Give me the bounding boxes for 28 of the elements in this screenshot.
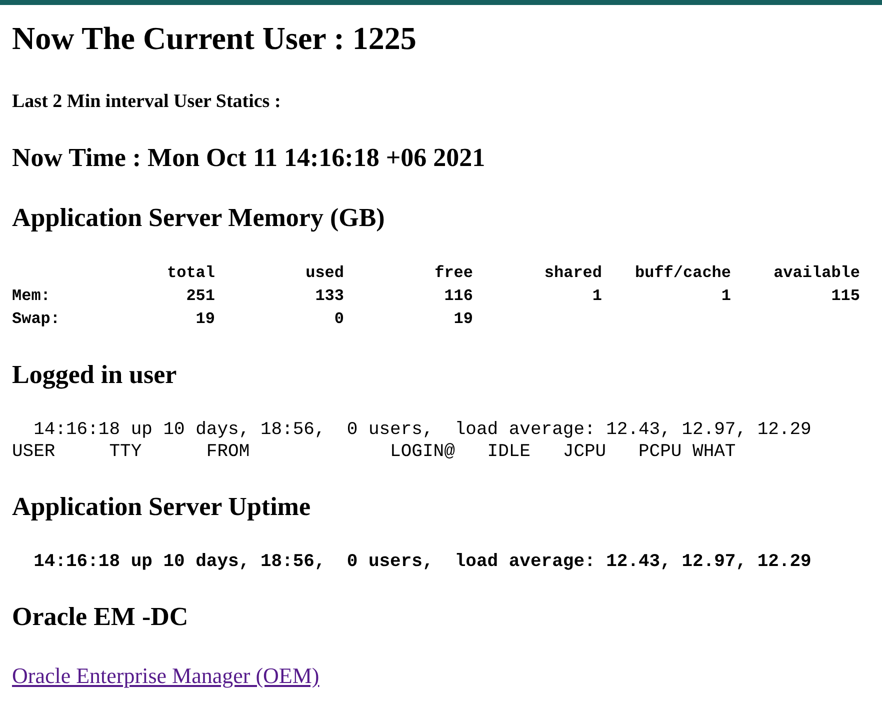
column-header: free	[434, 263, 473, 284]
column-header: used	[306, 263, 344, 284]
table-cell-text: 133	[315, 286, 344, 307]
terminal-line: 14:16:18 up 10 days, 18:56, 0 users, load average: 12.43, 12.97, 12.29	[32, 419, 812, 441]
section-heading: Logged in user	[12, 359, 177, 391]
table-cell-text: 116	[444, 286, 473, 307]
table-cell-text: 0	[334, 309, 344, 330]
oem-link[interactable]: Oracle Enterprise Manager (OEM)	[12, 662, 320, 690]
table-cell-text: 251	[186, 286, 215, 307]
subtitle: Last 2 Min interval User Statics :	[12, 90, 281, 114]
column-header: buff/cache	[634, 263, 731, 284]
table-cell-text: 115	[831, 286, 860, 307]
section-heading: Application Server Memory (GB)	[12, 202, 385, 234]
time-heading: Now Time : Mon Oct 11 14:16:18 +06 2021	[12, 142, 486, 174]
page-title: Now The Current User : 1225	[12, 19, 416, 57]
table-cell-text: 1	[592, 286, 602, 307]
table-cell-text: 19	[196, 309, 215, 330]
column-header: total	[166, 263, 215, 284]
column-header: shared	[544, 263, 602, 284]
section-heading: Application Server Uptime	[12, 491, 310, 523]
row-label: Swap:	[12, 309, 60, 330]
section-heading: Oracle EM -DC	[12, 601, 188, 633]
table-cell-text: 19	[454, 309, 473, 330]
terminal-line: USER TTY FROM LOGIN@ IDLE JCPU PCPU WHAT	[12, 441, 736, 463]
table-cell-text: 1	[721, 286, 731, 307]
column-header: available	[774, 263, 860, 284]
row-label: Mem:	[12, 286, 50, 307]
terminal-line: 14:16:18 up 10 days, 18:56, 0 users, load average: 12.43, 12.97, 12.29	[32, 551, 812, 573]
